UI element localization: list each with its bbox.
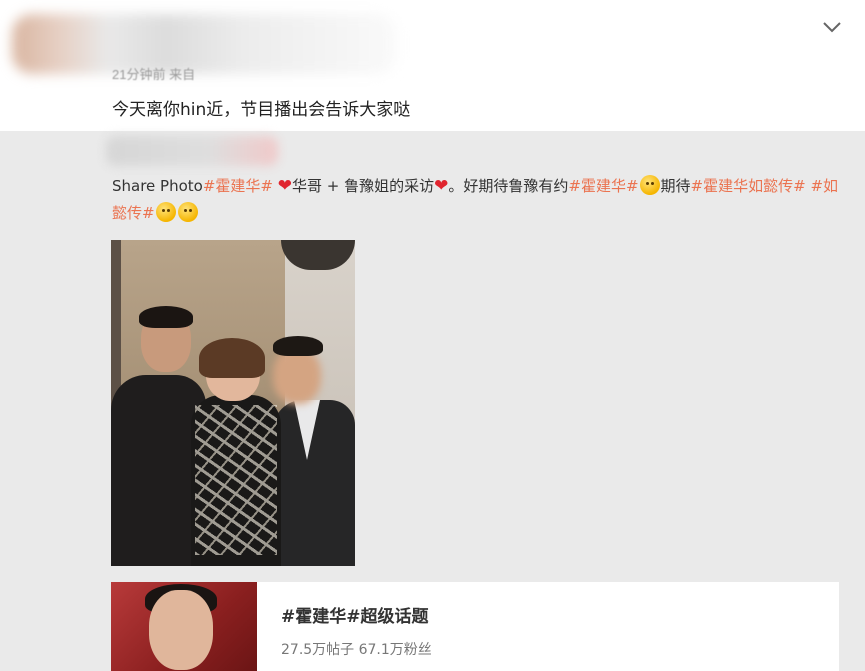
hashtag-link[interactable]: #霍建华如懿传# [691,177,806,195]
repost-text-segment: 。好期待鲁豫有约 [448,177,569,195]
doge-emoji-icon [639,175,660,195]
post-photo[interactable] [111,240,355,566]
repost-text-segment: 期待 [660,177,691,195]
heart-icon: ❤ [434,176,449,196]
doge-emoji-icon [155,202,176,222]
repost-text-segment: Share Photo [112,177,203,195]
topic-thumbnail [111,582,257,671]
heart-icon: ❤ [277,176,293,196]
topic-stats: 27.5万帖子 67.1万粉丝 [281,642,432,658]
repost-text: Share Photo#霍建华# ❤华哥 + 鲁豫姐的采访❤。好期待鲁豫有约#霍… [112,173,852,227]
hashtag-link[interactable]: #霍建华# [203,177,273,195]
blurred-username [12,14,397,74]
repost-text-segment: 华哥 + 鲁豫姐的采访 [292,177,435,195]
topic-title[interactable]: #霍建华#超级话题 [281,602,429,627]
super-topic-card[interactable]: #霍建华#超级话题 27.5万帖子 67.1万粉丝 [111,582,839,671]
post-meta: 21分钟前 来自 [112,67,196,82]
post-text: 今天离你hin近，节目播出会告诉大家哒 [112,100,411,120]
chevron-down-icon[interactable] [822,19,842,35]
doge-emoji-icon [177,202,198,222]
hashtag-link[interactable]: #霍建华# [568,177,638,195]
blurred-repost-username [106,136,278,166]
